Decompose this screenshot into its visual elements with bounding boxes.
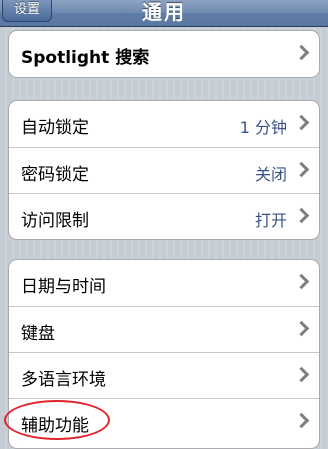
row-label: 日期与时间: [21, 277, 106, 297]
chevron-right-icon: [293, 207, 310, 224]
row-label: 多语言环境: [21, 370, 106, 390]
row-label: 访问限制: [21, 211, 89, 231]
chevron-right-icon: [293, 114, 310, 131]
row-date-time[interactable]: 日期与时间: [9, 260, 319, 306]
chevron-right-icon: [293, 320, 310, 337]
row-restrictions[interactable]: 访问限制 打开: [9, 193, 319, 239]
row-label: 密码锁定: [21, 165, 89, 185]
highlight-circle-annotation: [4, 400, 110, 440]
chevron-right-icon: [293, 44, 310, 61]
row-international[interactable]: 多语言环境: [9, 352, 319, 398]
row-label: 键盘: [21, 324, 55, 344]
row-value: 打开: [254, 211, 287, 230]
row-value: 关闭: [254, 165, 287, 184]
row-label: 自动锁定: [21, 118, 89, 138]
row-value: 1 分钟: [239, 118, 287, 137]
lock-settings-group: 自动锁定 1 分钟 密码锁定 关闭 访问限制 打开: [8, 100, 320, 240]
chevron-right-icon: [293, 161, 310, 178]
row-label: Spotlight 搜索: [21, 48, 150, 68]
navigation-bar: 设置 通用: [0, 0, 328, 27]
row-passcode-lock[interactable]: 密码锁定 关闭: [9, 147, 319, 193]
row-spotlight-search[interactable]: Spotlight 搜索: [9, 31, 319, 77]
spotlight-group: Spotlight 搜索: [8, 30, 320, 78]
chevron-right-icon: [293, 366, 310, 383]
chevron-right-icon: [293, 412, 310, 429]
row-keyboard[interactable]: 键盘: [9, 306, 319, 352]
row-auto-lock[interactable]: 自动锁定 1 分钟: [9, 101, 319, 147]
page-title: 通用: [142, 0, 186, 24]
chevron-right-icon: [293, 273, 310, 290]
